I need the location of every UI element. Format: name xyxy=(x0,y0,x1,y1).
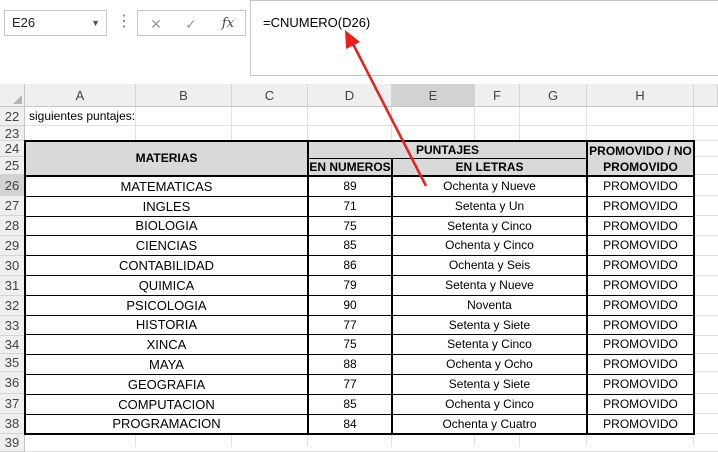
annotation-arrow xyxy=(345,30,428,187)
arrow-head xyxy=(345,30,360,49)
arrow-line xyxy=(350,41,428,187)
